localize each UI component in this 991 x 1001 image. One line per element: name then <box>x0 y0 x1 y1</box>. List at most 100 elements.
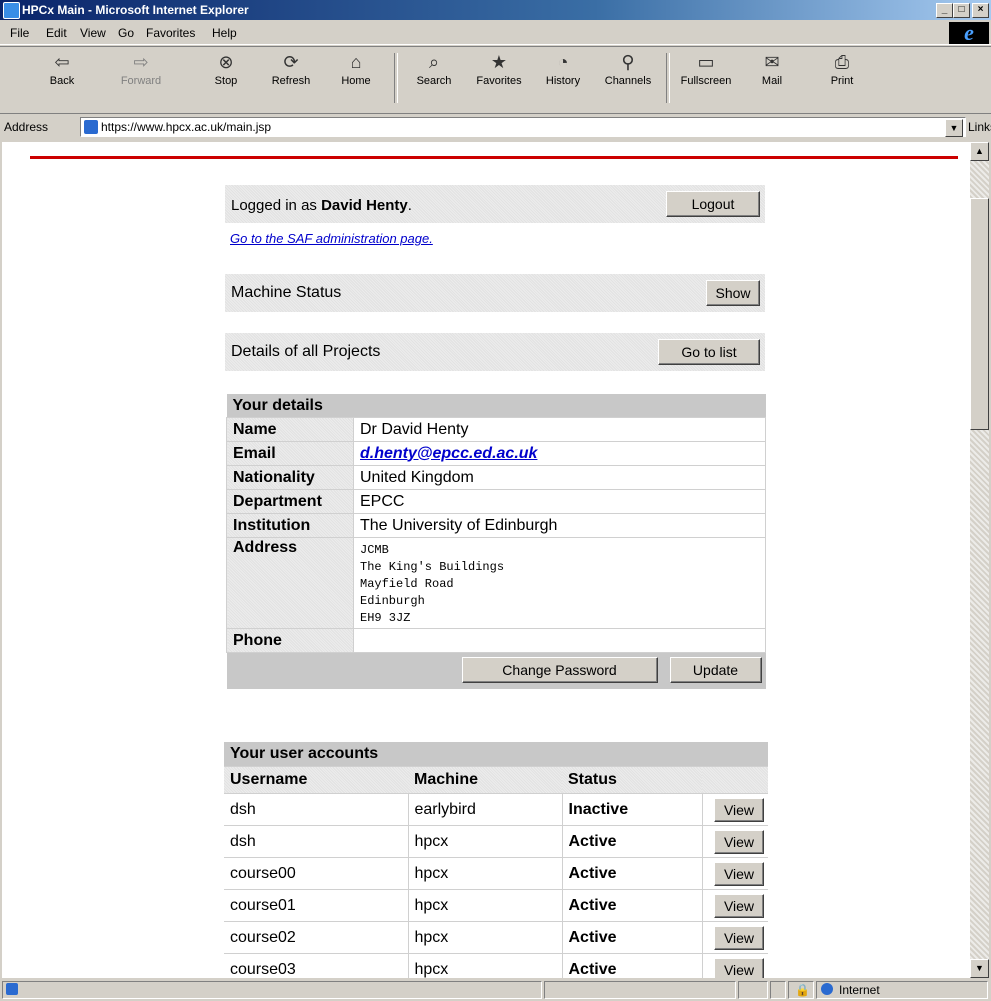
table-row: Department EPCC <box>226 489 766 514</box>
channels-button[interactable]: ⚲ Channels <box>596 51 660 87</box>
scroll-up-icon[interactable]: ▲ <box>970 142 989 161</box>
column-header-status: Status <box>562 766 702 794</box>
account-machine: hpcx <box>408 857 563 890</box>
forward-button[interactable]: ⇨ Forward <box>114 51 168 87</box>
fullscreen-icon: ▭ <box>697 52 715 72</box>
account-status: Active <box>562 825 703 858</box>
address-dropdown-icon[interactable]: ▼ <box>945 119 963 137</box>
status-panel <box>544 981 736 999</box>
fullscreen-button[interactable]: ▭ Fullscreen <box>672 51 740 87</box>
nationality-value: United Kingdom <box>353 465 766 490</box>
change-password-button[interactable]: Change Password <box>461 657 658 683</box>
status-main-panel <box>2 981 542 999</box>
menu-edit[interactable]: Edit <box>46 26 67 40</box>
accounts-table: Your user accounts Username Machine Stat… <box>224 742 768 978</box>
scroll-thumb[interactable] <box>970 198 989 430</box>
view-account-button[interactable]: View <box>714 829 764 854</box>
page-icon <box>84 120 98 134</box>
account-username: course03 <box>224 953 409 978</box>
nationality-label: Nationality <box>226 465 354 490</box>
page-status-icon <box>6 983 18 995</box>
channels-icon: ⚲ <box>621 52 635 72</box>
department-label: Department <box>226 489 354 514</box>
address-bar: Address https://www.hpcx.ac.uk/main.jsp … <box>0 115 991 139</box>
address-url: https://www.hpcx.ac.uk/main.jsp <box>101 120 272 134</box>
projects-label: Details of all Projects <box>231 343 381 360</box>
table-row: course01 hpcx Active View <box>224 889 768 922</box>
lock-icon: 🔒 <box>795 983 810 997</box>
account-machine: earlybird <box>408 793 563 826</box>
ie-window: HPCx Main - Microsoft Internet Explorer … <box>0 0 991 1001</box>
email-label: Email <box>226 441 354 466</box>
view-account-button[interactable]: View <box>714 957 764 978</box>
favorites-icon: ★ <box>490 52 508 72</box>
accounts-body: dsh earlybird Inactive View dsh hpcx Active Vie… <box>224 793 768 978</box>
history-button[interactable]: ◔ History <box>536 51 590 87</box>
machine-status-label: Machine Status <box>231 284 342 301</box>
view-account-button[interactable]: View <box>714 797 764 822</box>
mail-button[interactable]: ✉ Mail <box>752 51 792 87</box>
scroll-down-icon[interactable]: ▼ <box>970 959 989 978</box>
home-icon: ⌂ <box>350 52 362 72</box>
account-machine: hpcx <box>408 953 563 978</box>
menu-file[interactable]: File <box>10 26 29 40</box>
saf-admin-link[interactable]: Go to the SAF administration page. <box>230 231 433 246</box>
maximize-button[interactable]: □ <box>953 3 970 18</box>
institution-value: The University of Edinburgh <box>353 513 766 538</box>
table-row: course03 hpcx Active View <box>224 953 768 978</box>
minimize-button[interactable]: _ <box>936 3 953 18</box>
name-label: Name <box>226 417 354 442</box>
links-button[interactable]: Links <box>968 120 991 134</box>
globe-icon <box>821 983 833 995</box>
close-button[interactable]: × <box>972 3 989 18</box>
account-status: Active <box>562 889 703 922</box>
print-icon: ⎙ <box>834 52 850 72</box>
address-input[interactable]: https://www.hpcx.ac.uk/main.jsp ▼ <box>80 117 966 137</box>
account-machine: hpcx <box>408 921 563 954</box>
account-username: course00 <box>224 857 409 890</box>
phone-label: Phone <box>226 628 354 653</box>
table-row: course00 hpcx Active View <box>224 857 768 890</box>
menu-favorites[interactable]: Favorites <box>146 26 195 40</box>
institution-label: Institution <box>226 513 354 538</box>
back-arrow-icon: ⇦ <box>54 52 70 72</box>
forward-arrow-icon: ⇨ <box>133 52 149 72</box>
machine-status-bar: Machine Status Show <box>225 274 765 312</box>
account-machine: hpcx <box>408 889 563 922</box>
favorites-button[interactable]: ★ Favorites <box>466 51 532 87</box>
account-username: dsh <box>224 825 409 858</box>
ie-app-icon <box>3 2 20 19</box>
update-button[interactable]: Update <box>669 657 762 683</box>
home-button[interactable]: ⌂ Home <box>332 51 380 87</box>
show-machine-status-button[interactable]: Show <box>706 280 760 306</box>
menu-help[interactable]: Help <box>212 26 237 40</box>
table-row: dsh earlybird Inactive View <box>224 793 768 826</box>
email-link[interactable]: d.henty@epcc.ed.ac.uk <box>360 445 537 462</box>
go-to-list-button[interactable]: Go to list <box>658 339 760 365</box>
toolbar: ⇦ Back ⇨ Forward ⊗ Stop ⟳ Refresh ⌂ Home ⌕ Sea… <box>0 46 991 114</box>
print-button[interactable]: ⎙ Print <box>820 51 864 87</box>
history-icon: ◔ <box>557 52 569 72</box>
refresh-button[interactable]: ⟳ Refresh <box>262 51 320 87</box>
menu-bar: File Edit View Go Favorites Help <box>0 22 991 45</box>
status-panel: 🔒 <box>788 981 814 999</box>
accounts-heading: Your user accounts <box>224 742 768 767</box>
view-account-button[interactable]: View <box>714 893 764 918</box>
logout-button[interactable]: Logout <box>666 191 760 217</box>
view-account-button[interactable]: View <box>714 861 764 886</box>
table-row: Email d.henty@epcc.ed.ac.uk <box>226 441 766 466</box>
menu-go[interactable]: Go <box>118 26 134 40</box>
zone-label: Internet <box>839 983 880 997</box>
toolbar-separator <box>394 53 398 103</box>
status-panel <box>770 981 786 999</box>
back-button[interactable]: ⇦ Back <box>40 51 84 87</box>
page-viewport: Logged in as David Henty. Logout Go to t… <box>2 142 970 978</box>
search-button[interactable]: ⌕ Search <box>408 51 460 87</box>
stop-button[interactable]: ⊗ Stop <box>204 51 248 87</box>
view-account-button[interactable]: View <box>714 925 764 950</box>
details-table: Your details Name Dr David Henty Email d.h… <box>226 394 766 689</box>
vertical-scrollbar[interactable]: ▲ ▼ <box>970 142 989 978</box>
table-row: Nationality United Kingdom <box>226 465 766 490</box>
menu-view[interactable]: View <box>80 26 106 40</box>
column-header-action <box>702 766 768 794</box>
